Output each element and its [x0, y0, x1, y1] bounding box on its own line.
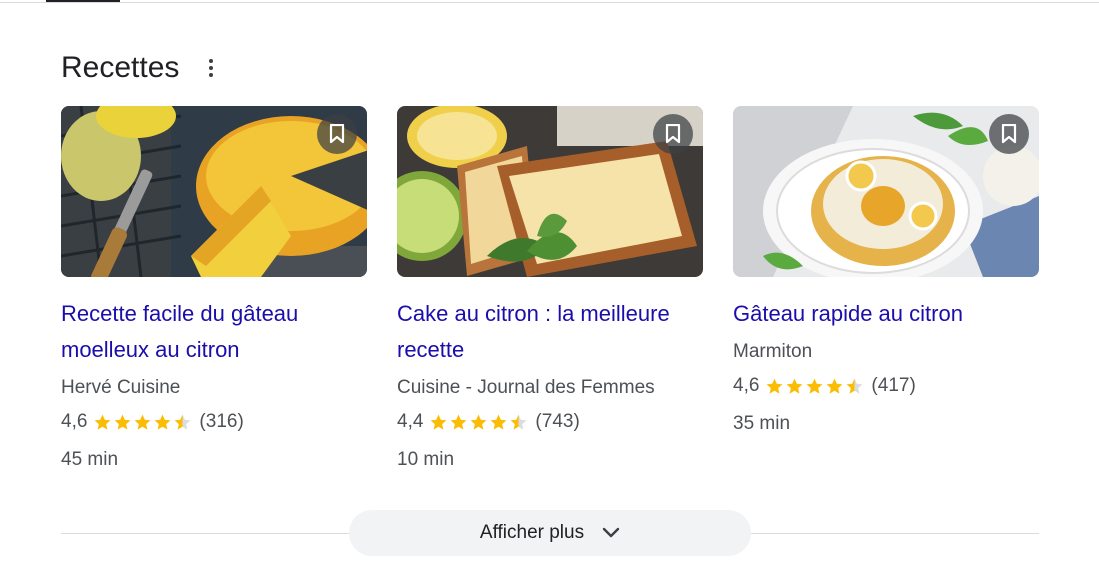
bookmark-icon[interactable] [653, 114, 693, 154]
recipe-image[interactable] [397, 106, 703, 277]
rating-value: 4,6 [61, 411, 88, 432]
recipe-source: Marmiton [733, 341, 813, 362]
top-divider [0, 2, 1099, 3]
rating-value: 4,6 [733, 375, 760, 396]
recipe-rating: 4,6 (417) [733, 371, 1039, 401]
recipe-cards: Recette facile du gâteau moelleux au cit… [61, 106, 1039, 475]
star-icon [787, 378, 803, 394]
star-icon [471, 414, 487, 430]
star-icon [115, 414, 131, 430]
chevron-down-icon [602, 527, 620, 538]
star-icon [491, 414, 507, 430]
recipe-card: Cake au citron : la meilleure recette Cu… [397, 106, 703, 475]
star-icon [175, 414, 191, 430]
bookmark-icon[interactable] [317, 114, 357, 154]
star-icon [511, 414, 527, 430]
recipe-rating: 4,6 (316) [61, 407, 367, 437]
star-icon [431, 414, 447, 430]
star-rating [93, 413, 192, 432]
rating-value: 4,4 [397, 411, 424, 432]
recipe-source: Cuisine - Journal des Femmes [397, 377, 655, 398]
star-rating [765, 377, 864, 396]
recipe-title-link[interactable]: Cake au citron : la meilleure recette [397, 296, 703, 368]
star-icon [767, 378, 783, 394]
review-count: (316) [199, 411, 244, 432]
recipe-time: 35 min [733, 413, 791, 434]
star-icon [155, 414, 171, 430]
star-icon [451, 414, 467, 430]
review-count: (417) [871, 375, 916, 396]
star-icon [135, 414, 151, 430]
show-more-button[interactable]: Afficher plus [349, 510, 751, 556]
star-rating [429, 413, 528, 432]
recipe-title-link[interactable]: Recette facile du gâteau moelleux au cit… [61, 296, 367, 368]
recipe-image[interactable] [733, 106, 1039, 277]
recipe-image[interactable] [61, 106, 367, 277]
recipe-title-link[interactable]: Gâteau rapide au citron [733, 296, 1039, 332]
star-icon [95, 414, 111, 430]
recipe-time: 45 min [61, 449, 119, 470]
show-more-label: Afficher plus [479, 522, 585, 543]
star-icon [847, 378, 863, 394]
recipe-card: Gâteau rapide au citron Marmiton 4,6 (41… [733, 106, 1039, 475]
review-count: (743) [535, 411, 580, 432]
section-header: Recettes [61, 48, 223, 88]
recipe-source: Hervé Cuisine [61, 377, 181, 398]
more-vert-icon[interactable] [199, 53, 223, 83]
star-icon [827, 378, 843, 394]
section-title: Recettes [61, 51, 180, 84]
star-icon [807, 378, 823, 394]
bookmark-icon[interactable] [989, 114, 1029, 154]
active-tab-indicator [46, 0, 120, 2]
recipe-rating: 4,4 (743) [397, 407, 703, 437]
recipe-time: 10 min [397, 449, 455, 470]
recipe-card: Recette facile du gâteau moelleux au cit… [61, 106, 367, 475]
